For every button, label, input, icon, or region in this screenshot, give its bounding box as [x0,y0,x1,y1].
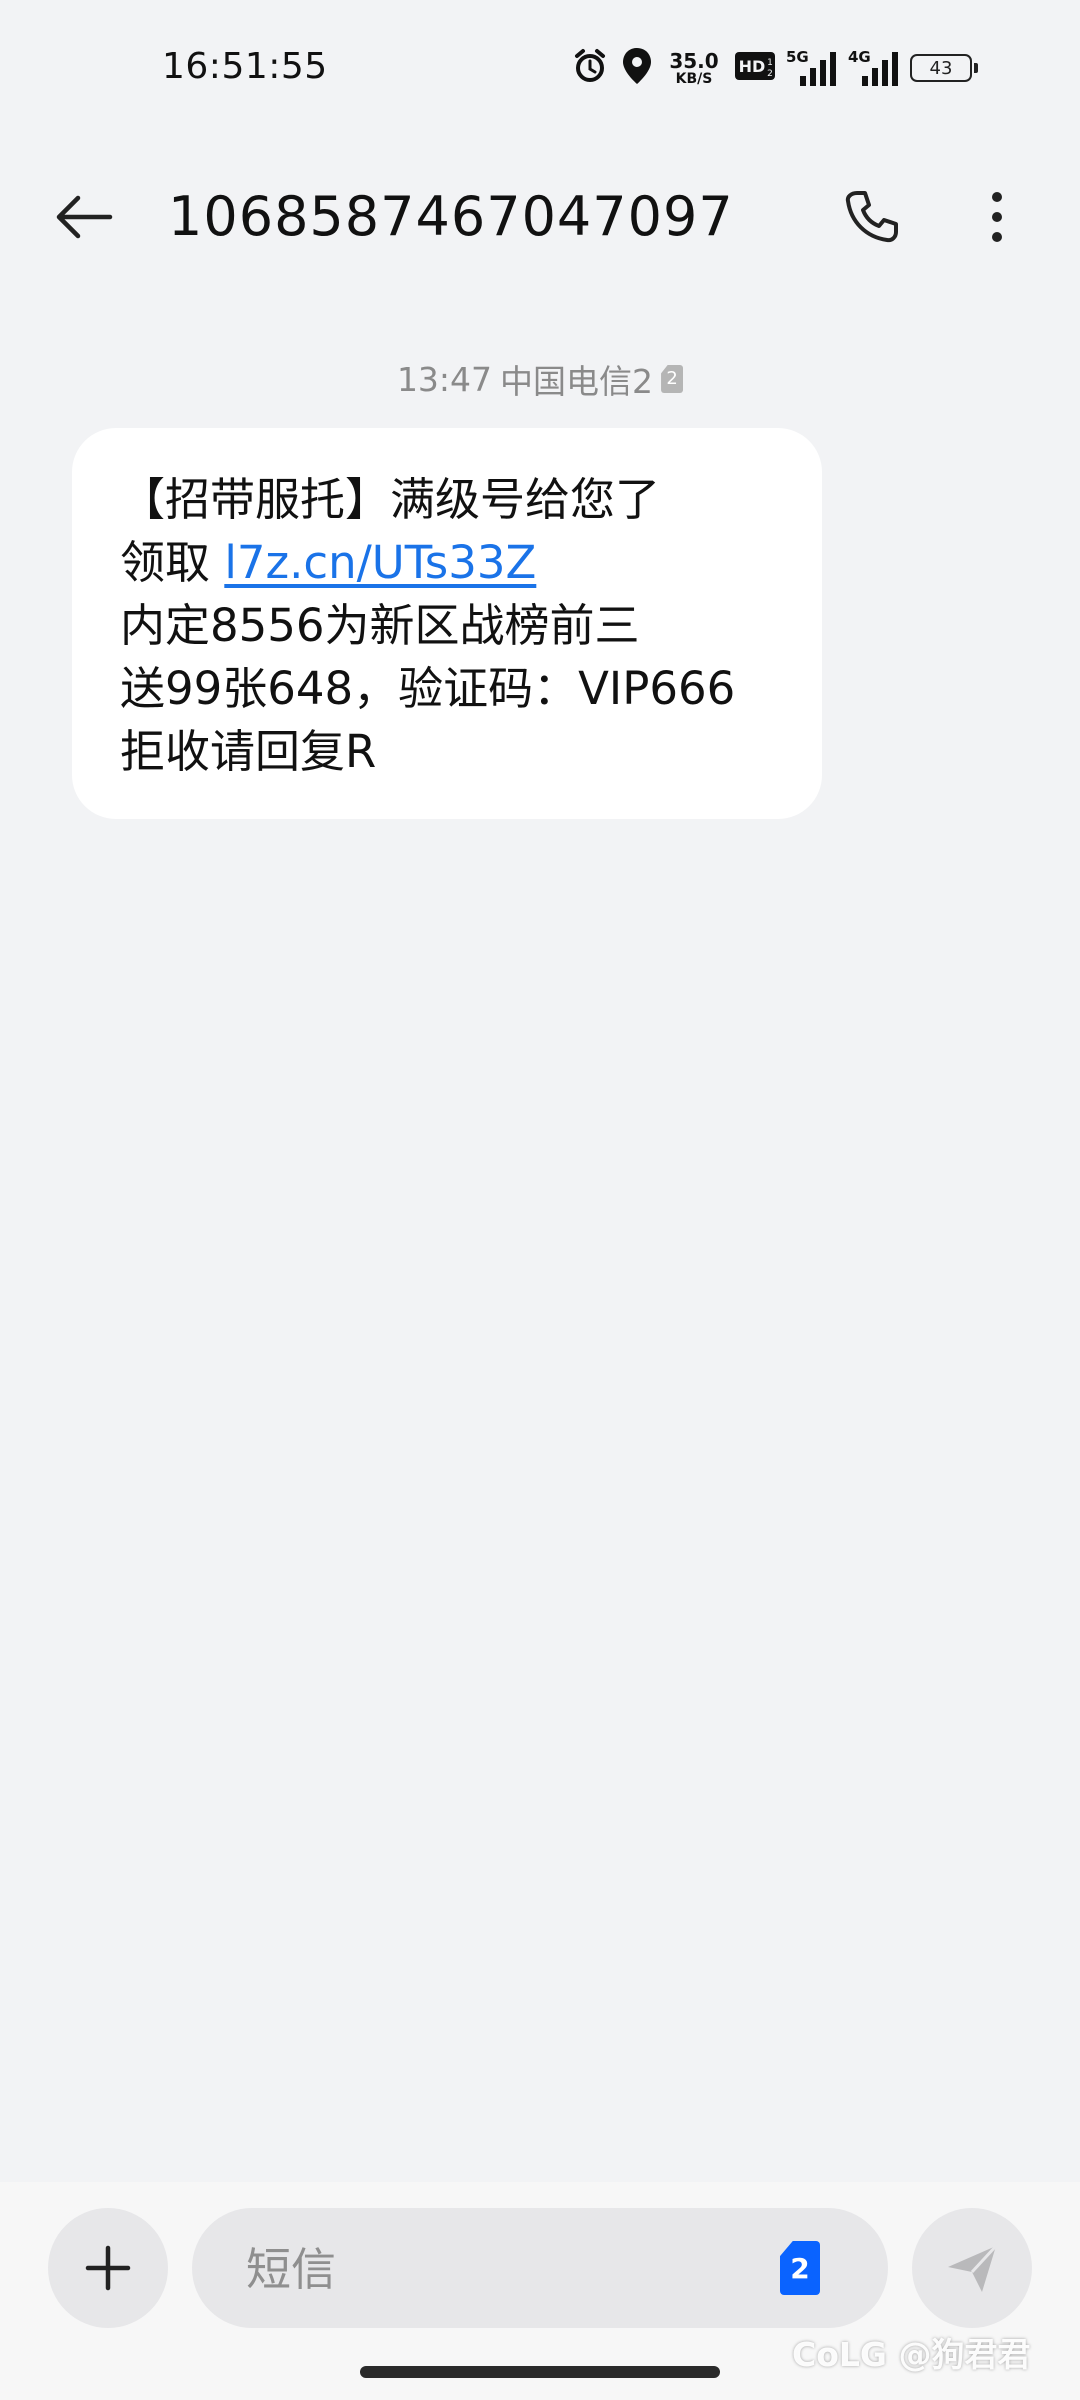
back-button[interactable] [44,182,124,252]
message-line: 送99张648，验证码：VIP666 [120,662,736,715]
message-line: 【招带服托】满级号给您了 [120,473,661,526]
svg-text:HD: HD [739,57,766,76]
message-timestamp-row: 13:47 中国电信2 2 [0,355,1080,403]
message-input[interactable] [244,2208,748,2330]
hd-icon: HD 1 2 [734,51,776,85]
sim-card-icon: 2 [661,365,684,393]
watermark: CoLG @狗君君 [792,2335,1031,2374]
net-speed-unit: KB/S [675,70,713,87]
sim-selector-button[interactable]: 2 [778,2240,822,2296]
message-bubble[interactable]: 【招带服托】满级号给您了 领取 l7z.cn/UTs33Z 内定8556为新区战… [72,428,822,819]
message-time: 13:47 [396,359,493,399]
svg-text:1: 1 [767,58,773,68]
battery-level: 43 [929,57,953,79]
alarm-icon [570,46,610,90]
sim-card-icon: 2 [780,2241,820,2295]
home-indicator[interactable] [360,2366,720,2378]
add-attachment-button[interactable] [48,2208,168,2328]
conversation-title: 1068587467047097 [168,185,734,248]
more-vert-icon [992,192,1002,242]
message-link[interactable]: l7z.cn/UTs33Z [224,536,536,589]
back-arrow-icon [56,195,113,239]
battery-icon: 43 [910,54,978,82]
message-carrier: 中国电信2 [500,362,654,401]
phone-icon [845,191,898,243]
plus-icon [85,2245,131,2291]
signal-sim2-icon: 4G [848,48,900,88]
status-bar: 16:51:55 35.0 KB/S HD 1 2 5G 4G 43 [0,0,1080,130]
signal-sim1-icon: 5G [786,48,838,88]
message-text: 领取 [120,536,225,589]
conversation-header: 1068587467047097 [0,160,1080,270]
net-speed-indicator: 35.0 KB/S [664,51,724,86]
status-time: 16:51:55 [162,46,328,87]
send-button[interactable] [912,2208,1032,2328]
message-line-with-link: 领取 l7z.cn/UTs33Z [120,531,774,594]
message-line: 内定8556为新区战榜前三 [120,599,640,652]
message-line: 拒收请回复R [120,725,377,778]
message-input-container: 2 [192,2208,888,2330]
send-icon [948,2244,998,2292]
call-button[interactable] [836,182,906,252]
status-icons: 35.0 KB/S HD 1 2 5G 4G 43 [570,40,978,96]
location-icon [620,46,654,90]
net-speed-value: 35.0 [669,48,719,73]
more-options-button[interactable] [962,182,1032,252]
svg-text:2: 2 [767,69,773,79]
